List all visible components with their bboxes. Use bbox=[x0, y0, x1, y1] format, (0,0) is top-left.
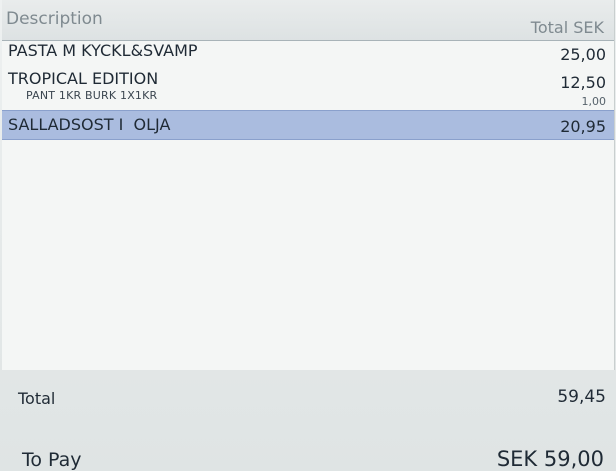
item-amount: 12,50 bbox=[560, 73, 606, 92]
list-header: Description Total SEK bbox=[2, 0, 614, 41]
total-value: 59,45 bbox=[557, 387, 606, 407]
item-sub-amount: 1,00 bbox=[581, 95, 607, 108]
list-item[interactable]: PASTA M KYCKL&SVAMP 25,00 bbox=[2, 40, 614, 68]
to-pay-label: To Pay bbox=[22, 449, 82, 471]
list-item-selected[interactable]: SALLADSOST I OLJA 20,95 bbox=[2, 110, 614, 140]
pos-screen: Description Total SEK PASTA M KYCKL&SVAM… bbox=[0, 0, 616, 471]
column-header-description: Description bbox=[6, 9, 103, 29]
total-label: Total bbox=[18, 389, 56, 408]
receipt-items: PASTA M KYCKL&SVAMP 25,00 TROPICAL EDITI… bbox=[2, 40, 614, 140]
item-sub-name: PANT 1KR BURK 1X1KR bbox=[26, 89, 158, 102]
item-amount: 20,95 bbox=[560, 117, 606, 136]
receipt-list: Description Total SEK PASTA M KYCKL&SVAM… bbox=[2, 0, 615, 370]
item-amount: 25,00 bbox=[560, 45, 606, 64]
item-name: PASTA M KYCKL&SVAMP bbox=[8, 41, 198, 60]
list-item[interactable]: TROPICAL EDITION 12,50 PANT 1KR BURK 1X1… bbox=[2, 68, 614, 108]
item-name: TROPICAL EDITION bbox=[8, 69, 159, 88]
column-header-total: Total SEK bbox=[530, 18, 604, 37]
item-name: SALLADSOST I OLJA bbox=[8, 115, 171, 134]
to-pay-value: SEK 59,00 bbox=[496, 447, 604, 471]
